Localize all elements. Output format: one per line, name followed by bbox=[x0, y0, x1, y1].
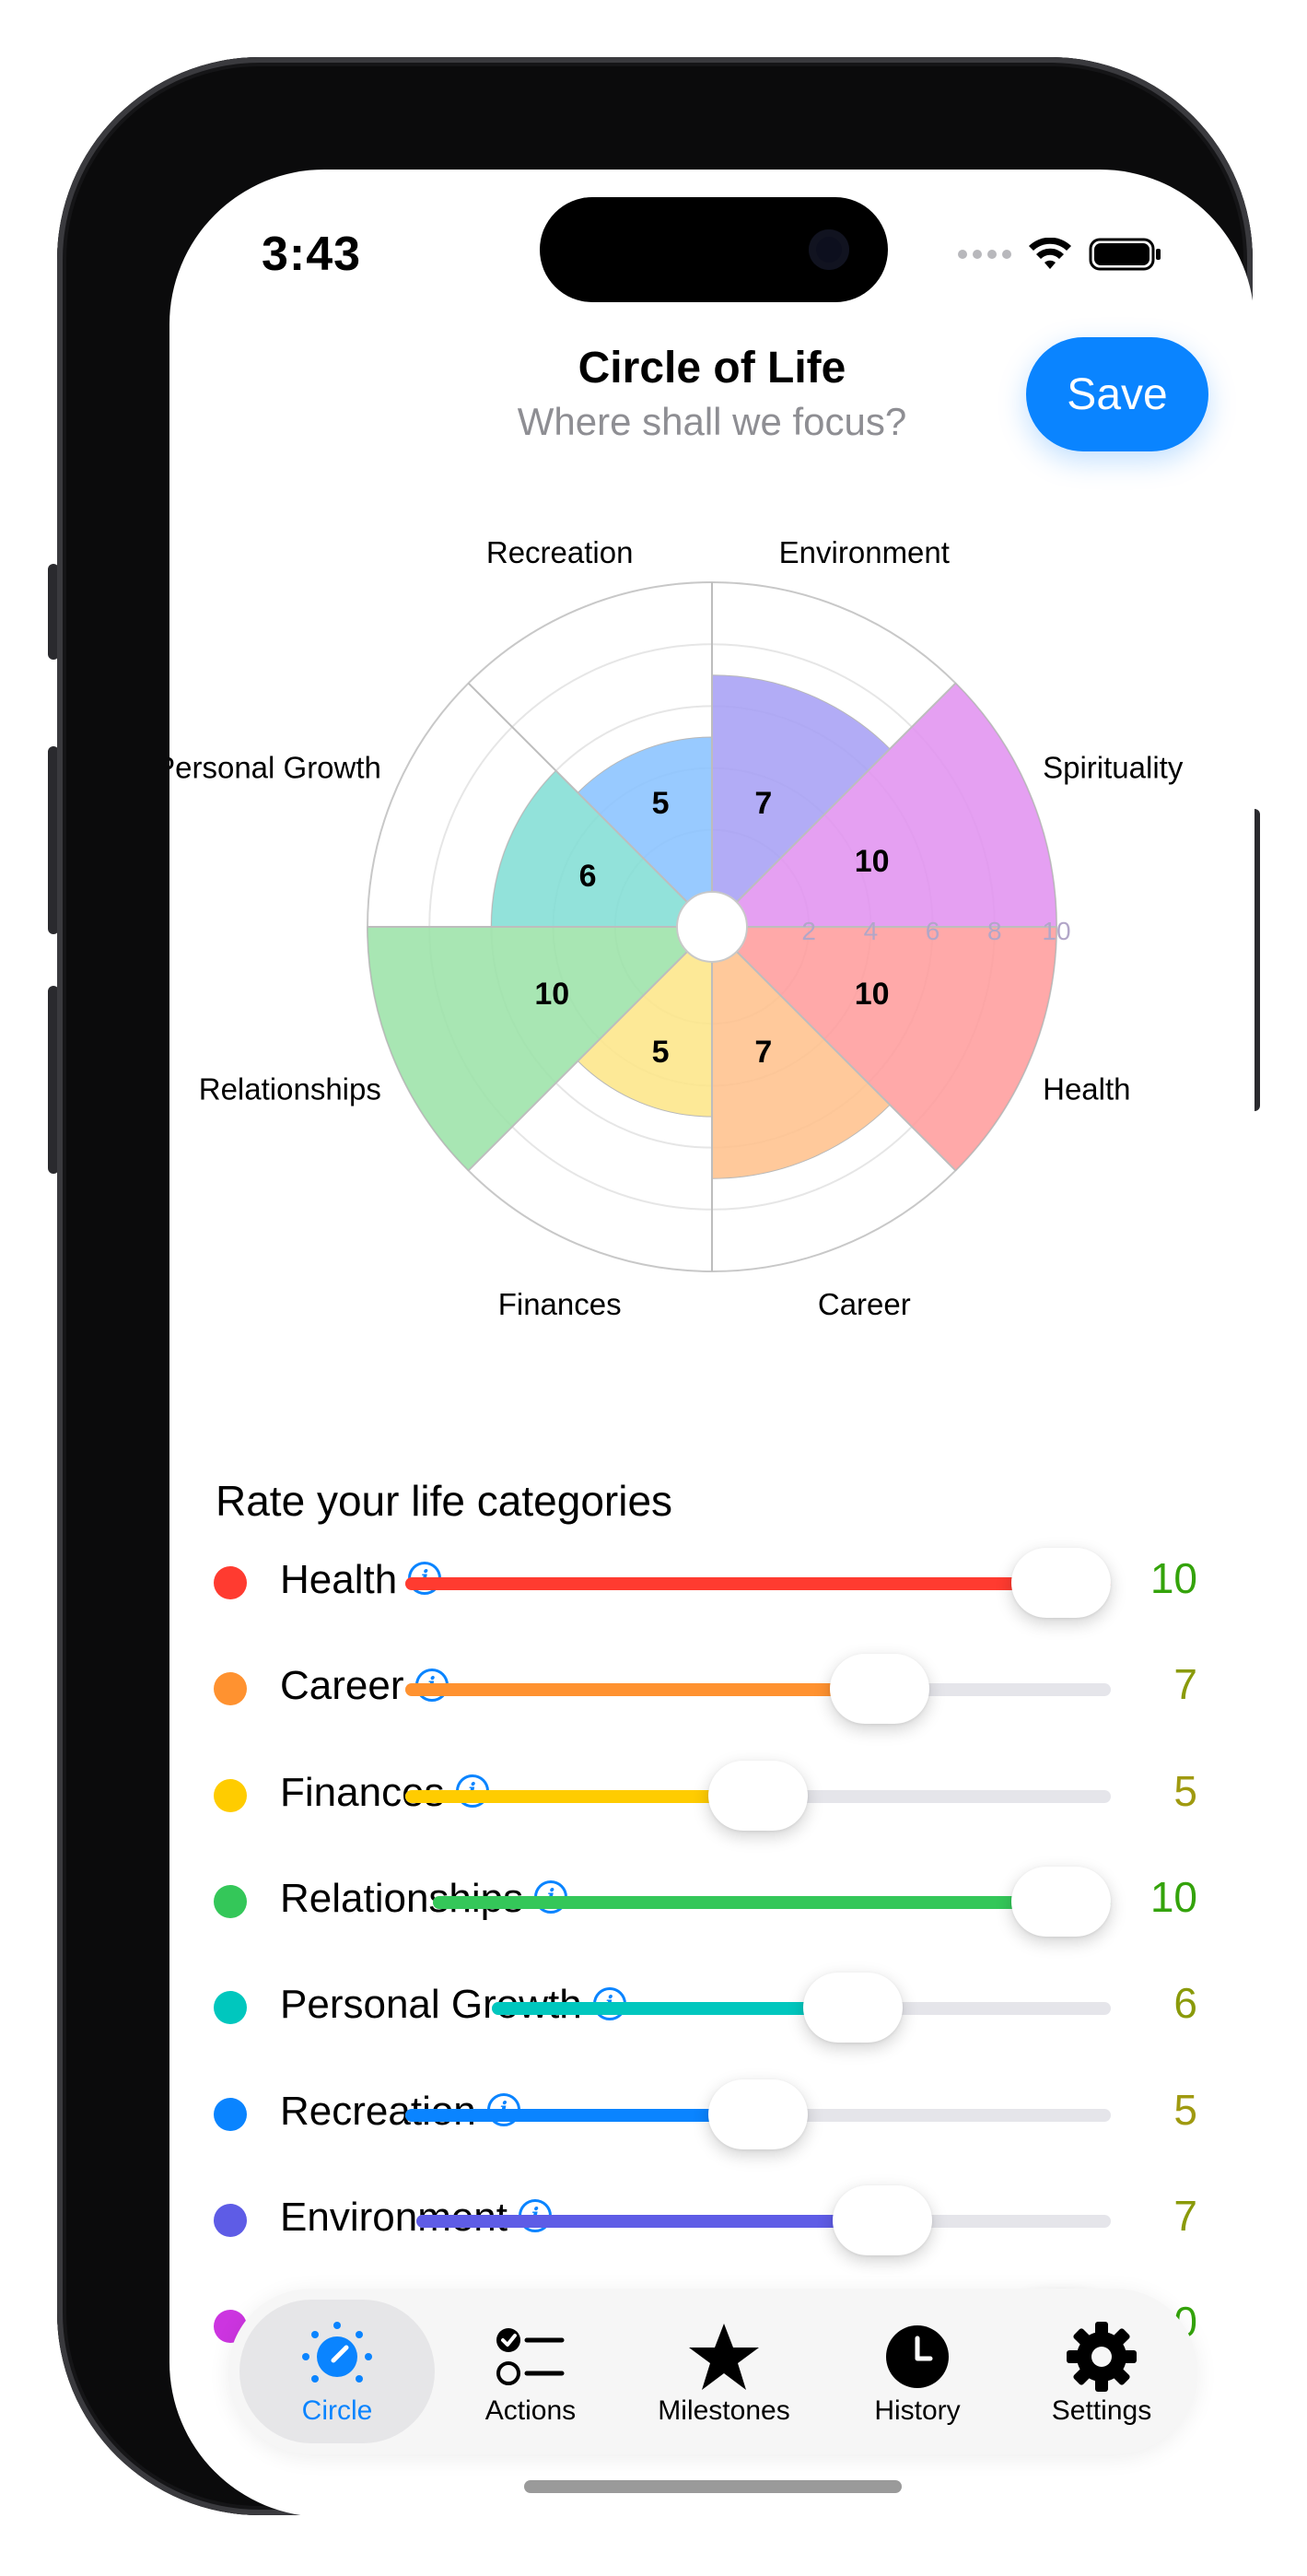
rating-slider[interactable] bbox=[416, 2184, 1111, 2255]
slider-thumb[interactable] bbox=[708, 1760, 808, 1831]
rating-value: 10 bbox=[1149, 1872, 1197, 1921]
tab-bar: Circle Actions Milestones History Settin… bbox=[228, 2289, 1197, 2454]
category-name: Career bbox=[280, 1663, 404, 1709]
chart-category-label: Environment bbox=[779, 535, 950, 569]
chart-category-label: Personal Growth bbox=[169, 751, 381, 785]
chart-value-label: 10 bbox=[534, 977, 569, 1012]
tab-settings-label: Settings bbox=[1051, 2395, 1152, 2426]
rating-slider[interactable] bbox=[492, 1973, 1111, 2043]
rating-slider[interactable] bbox=[405, 1548, 1111, 1618]
tab-circle[interactable]: Circle bbox=[239, 2300, 435, 2443]
category-name: Health bbox=[280, 1557, 398, 1602]
rating-row-finances: Financesi5 bbox=[169, 1759, 1254, 1832]
rating-value: 5 bbox=[1173, 1766, 1197, 1815]
chart-value-label: 5 bbox=[652, 786, 670, 821]
slider-fill bbox=[405, 1577, 1111, 1590]
category-color-dot bbox=[214, 1778, 247, 1812]
chart-category-label: Spirituality bbox=[1043, 751, 1184, 785]
chart-value-label: 5 bbox=[652, 1035, 670, 1070]
chart-tick-label: 6 bbox=[926, 917, 940, 945]
star-icon bbox=[689, 2324, 759, 2390]
gear-icon bbox=[1067, 2322, 1137, 2392]
slider-fill bbox=[416, 2214, 903, 2228]
circle-of-life-chart: 2 4 6 8 10 7 10 10 7 5 10 6 5 Environment Spirituality… bbox=[169, 535, 1184, 1321]
rating-value: 7 bbox=[1173, 1660, 1197, 1709]
rating-value: 6 bbox=[1173, 1979, 1197, 2028]
rating-row-relationships: Relationshipsi10 bbox=[169, 1865, 1254, 1938]
chart-category-label: Relationships bbox=[199, 1071, 381, 1106]
chart-tick-label: 8 bbox=[987, 917, 1002, 945]
slider-fill bbox=[405, 1683, 900, 1697]
chart-center bbox=[676, 891, 748, 963]
chart-tick-label: 2 bbox=[801, 917, 816, 945]
rating-value: 5 bbox=[1173, 2085, 1197, 2134]
category-color-dot bbox=[214, 2203, 247, 2237]
slider-thumb[interactable] bbox=[708, 2078, 808, 2149]
rating-row-environment: Environmenti7 bbox=[169, 2184, 1254, 2257]
tab-history[interactable]: History bbox=[820, 2300, 1015, 2443]
rating-slider[interactable] bbox=[405, 1654, 1111, 1725]
rating-row-recreation: Recreationi5 bbox=[169, 2078, 1254, 2151]
category-color-dot bbox=[214, 1566, 247, 1599]
tab-actions-label: Actions bbox=[484, 2395, 577, 2426]
tab-circle-label: Circle bbox=[301, 2395, 373, 2426]
chart-tick-label: 10 bbox=[1042, 917, 1070, 945]
tab-history-label: History bbox=[874, 2395, 961, 2426]
chart-value-label: 6 bbox=[579, 859, 597, 894]
app-screen: 3:43 Circle of Life Where shall we focus… bbox=[169, 170, 1254, 2517]
phone-frame: 3:43 Circle of Life Where shall we focus… bbox=[57, 57, 1254, 2517]
rating-value: 7 bbox=[1173, 2191, 1197, 2240]
ratings-title: Rate your life categories bbox=[216, 1477, 673, 1525]
rating-row-career: Careeri7 bbox=[169, 1652, 1254, 1726]
tab-settings[interactable]: Settings bbox=[1004, 2300, 1199, 2443]
chart-category-label: Career bbox=[818, 1287, 911, 1321]
slider-thumb[interactable] bbox=[830, 1654, 929, 1725]
slider-thumb[interactable] bbox=[1011, 1548, 1111, 1618]
chart-value-label: 10 bbox=[855, 977, 890, 1012]
category-color-dot bbox=[214, 1884, 247, 1918]
slider-thumb[interactable] bbox=[1011, 1866, 1111, 1937]
rating-row-personal-growth: Personal Growthi6 bbox=[169, 1971, 1254, 2044]
category-color-dot bbox=[214, 2097, 247, 2131]
rating-slider[interactable] bbox=[405, 2078, 1111, 2149]
category-color-dot bbox=[214, 1672, 247, 1706]
tab-milestones[interactable]: Milestones bbox=[626, 2300, 822, 2443]
chart-category-label: Recreation bbox=[486, 535, 634, 569]
category-color-dot bbox=[214, 1991, 247, 2025]
slider-thumb[interactable] bbox=[833, 2184, 932, 2255]
chart-value-label: 7 bbox=[754, 1035, 772, 1070]
chart-category-label: Health bbox=[1043, 1071, 1130, 1106]
dial-icon bbox=[302, 2322, 372, 2383]
slider-fill bbox=[433, 1895, 1111, 1909]
checklist-icon bbox=[496, 2328, 565, 2385]
rating-slider[interactable] bbox=[433, 1866, 1111, 1937]
home-indicator[interactable] bbox=[524, 2480, 902, 2493]
rating-slider[interactable] bbox=[405, 1760, 1111, 1831]
chart-category-label: Finances bbox=[498, 1287, 622, 1321]
rating-value: 10 bbox=[1149, 1554, 1197, 1602]
slider-fill bbox=[405, 2108, 758, 2122]
chart-value-label: 10 bbox=[855, 844, 890, 879]
slider-thumb[interactable] bbox=[803, 1973, 903, 2043]
chart-value-label: 7 bbox=[754, 786, 772, 821]
chart-tick-label: 4 bbox=[864, 917, 879, 945]
tab-milestones-label: Milestones bbox=[658, 2395, 790, 2426]
slider-fill bbox=[405, 1789, 758, 1803]
rating-row-health: Healthi10 bbox=[169, 1546, 1254, 1620]
clock-icon bbox=[886, 2325, 949, 2388]
tab-actions[interactable]: Actions bbox=[433, 2300, 628, 2443]
